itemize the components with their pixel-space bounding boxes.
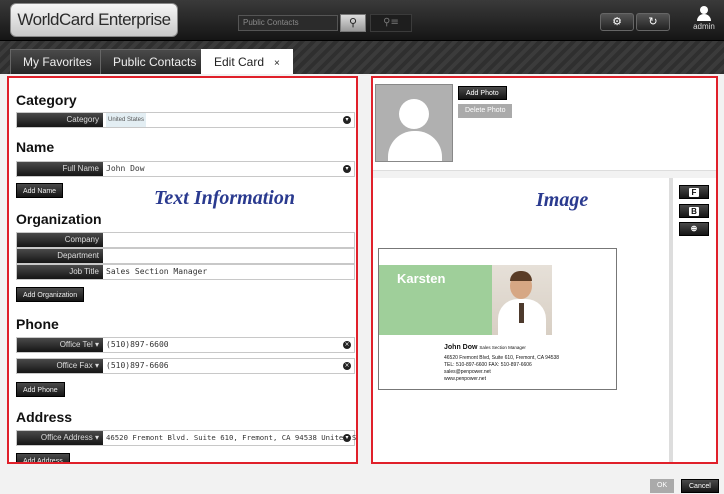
organization-heading: Organization — [16, 211, 102, 227]
cancel-button[interactable]: Cancel — [681, 479, 719, 493]
field-label: Job Title — [17, 265, 103, 279]
field-label: Full Name — [17, 162, 103, 176]
department-field[interactable]: Department — [16, 248, 355, 264]
add-address-button[interactable]: Add Address — [16, 453, 70, 462]
zoom-in-icon: ⊕ — [690, 224, 698, 233]
card-email: sales@penpower.net — [444, 369, 491, 375]
tab-label: Edit Card — [214, 55, 265, 69]
full-name-value[interactable]: John Dow — [106, 162, 145, 176]
delete-photo-button[interactable]: Delete Photo — [458, 104, 513, 118]
name-heading: Name — [16, 139, 55, 155]
category-heading: Category — [16, 92, 77, 108]
gear-icon: ⚙ — [612, 15, 622, 28]
user-icon — [696, 6, 712, 22]
office-tel-field[interactable]: Office Tel (510)897-6600 × — [16, 337, 355, 353]
office-fax-field[interactable]: Office Fax (510)897-6606 × — [16, 358, 355, 374]
zoom-button[interactable]: ⊕ — [679, 222, 709, 236]
close-icon[interactable]: × — [343, 341, 351, 349]
job-title-field[interactable]: Job Title Sales Section Manager — [16, 264, 355, 280]
business-card-image: Karsten John Dow Sales Section Manager 4… — [378, 248, 617, 390]
chevron-down-icon[interactable]: ▾ — [343, 165, 351, 173]
app-window: WorldCard Enterprise Public Contacts ⚲ ⚲… — [0, 0, 724, 494]
office-address-value[interactable]: 46520 Fremont Blvd. Suite 610, Fremont, … — [106, 431, 356, 445]
advanced-search-button[interactable]: ⚲≡ — [370, 14, 412, 32]
field-label: Department — [17, 249, 103, 263]
tab-bar: My Favorites Public Contacts Edit Card × — [0, 41, 724, 74]
tab-edit-card[interactable]: Edit Card × — [201, 49, 293, 74]
office-address-field[interactable]: Office Address 46520 Fremont Blvd. Suite… — [16, 430, 356, 446]
user-name: admin — [693, 22, 715, 31]
card-web: www.penpower.net — [444, 376, 486, 382]
category-value[interactable]: United States — [106, 113, 147, 127]
chevron-down-icon[interactable]: ▾ — [343, 116, 351, 124]
top-bar: WorldCard Enterprise Public Contacts ⚲ ⚲… — [0, 0, 724, 41]
ok-button[interactable]: OK — [650, 479, 675, 493]
card-name: John Dow Sales Section Manager — [444, 344, 526, 351]
card-tel-fax: TEL: 510-897-6600 FAX: 510-897-6606 — [444, 362, 532, 368]
tab-label: My Favorites — [23, 55, 92, 69]
app-logo: WorldCard Enterprise — [10, 3, 178, 37]
sync-button[interactable]: ↻ — [636, 13, 670, 31]
add-phone-button[interactable]: Add Phone — [16, 382, 65, 397]
category-field[interactable]: Category United States ▾ — [16, 112, 355, 128]
card-portrait — [492, 265, 552, 335]
add-photo-button[interactable]: Add Photo — [458, 86, 507, 100]
office-tel-value[interactable]: (510)897-6600 — [106, 338, 169, 352]
front-side-icon: F — [689, 188, 699, 197]
field-label: Company — [17, 233, 103, 247]
card-first-name: Karsten — [397, 271, 446, 286]
text-information-label: Text Information — [154, 187, 295, 209]
close-icon[interactable]: × — [274, 58, 280, 69]
image-label: Image — [536, 189, 589, 211]
phone-type-select[interactable]: Office Tel — [17, 338, 103, 352]
image-panel: Add Photo Delete Photo Image F B ⊕ Karst… — [371, 76, 718, 464]
full-name-field[interactable]: Full Name John Dow ▾ — [16, 161, 355, 177]
text-information-panel: Category Category United States ▾ Name F… — [7, 76, 358, 464]
tab-public-contacts[interactable]: Public Contacts — [100, 49, 210, 74]
tab-label: Public Contacts — [113, 55, 197, 69]
advanced-search-icon: ⚲≡ — [383, 17, 399, 28]
user-menu[interactable]: admin — [686, 4, 722, 31]
front-side-button[interactable]: F — [679, 185, 709, 199]
settings-button[interactable]: ⚙ — [600, 13, 634, 31]
back-side-button[interactable]: B — [679, 204, 709, 218]
divider — [373, 170, 716, 178]
search-input[interactable]: Public Contacts — [238, 15, 338, 31]
field-label: Category — [17, 113, 103, 127]
search-icon: ⚲ — [348, 16, 358, 29]
add-name-button[interactable]: Add Name — [16, 183, 64, 198]
address-heading: Address — [16, 409, 73, 425]
job-title-value[interactable]: Sales Section Manager — [106, 265, 207, 279]
card-address: 46520 Fremont Blvd, Suite 610, Fremont, … — [444, 355, 560, 361]
address-type-select[interactable]: Office Address — [17, 431, 103, 445]
rotate-icon: B — [689, 207, 699, 216]
company-field[interactable]: Company — [16, 232, 355, 248]
sync-icon: ↻ — [648, 15, 658, 28]
scrollbar[interactable] — [669, 178, 673, 462]
add-organization-button[interactable]: Add Organization — [16, 287, 85, 302]
phone-type-select[interactable]: Office Fax — [17, 359, 103, 373]
phone-heading: Phone — [16, 316, 59, 332]
office-fax-value[interactable]: (510)897-6606 — [106, 359, 169, 373]
chevron-down-icon[interactable]: ▾ — [343, 434, 351, 442]
tab-my-favorites[interactable]: My Favorites — [10, 49, 105, 74]
search-button[interactable]: ⚲ — [340, 14, 366, 32]
contact-photo — [375, 84, 453, 162]
close-icon[interactable]: × — [343, 362, 351, 370]
